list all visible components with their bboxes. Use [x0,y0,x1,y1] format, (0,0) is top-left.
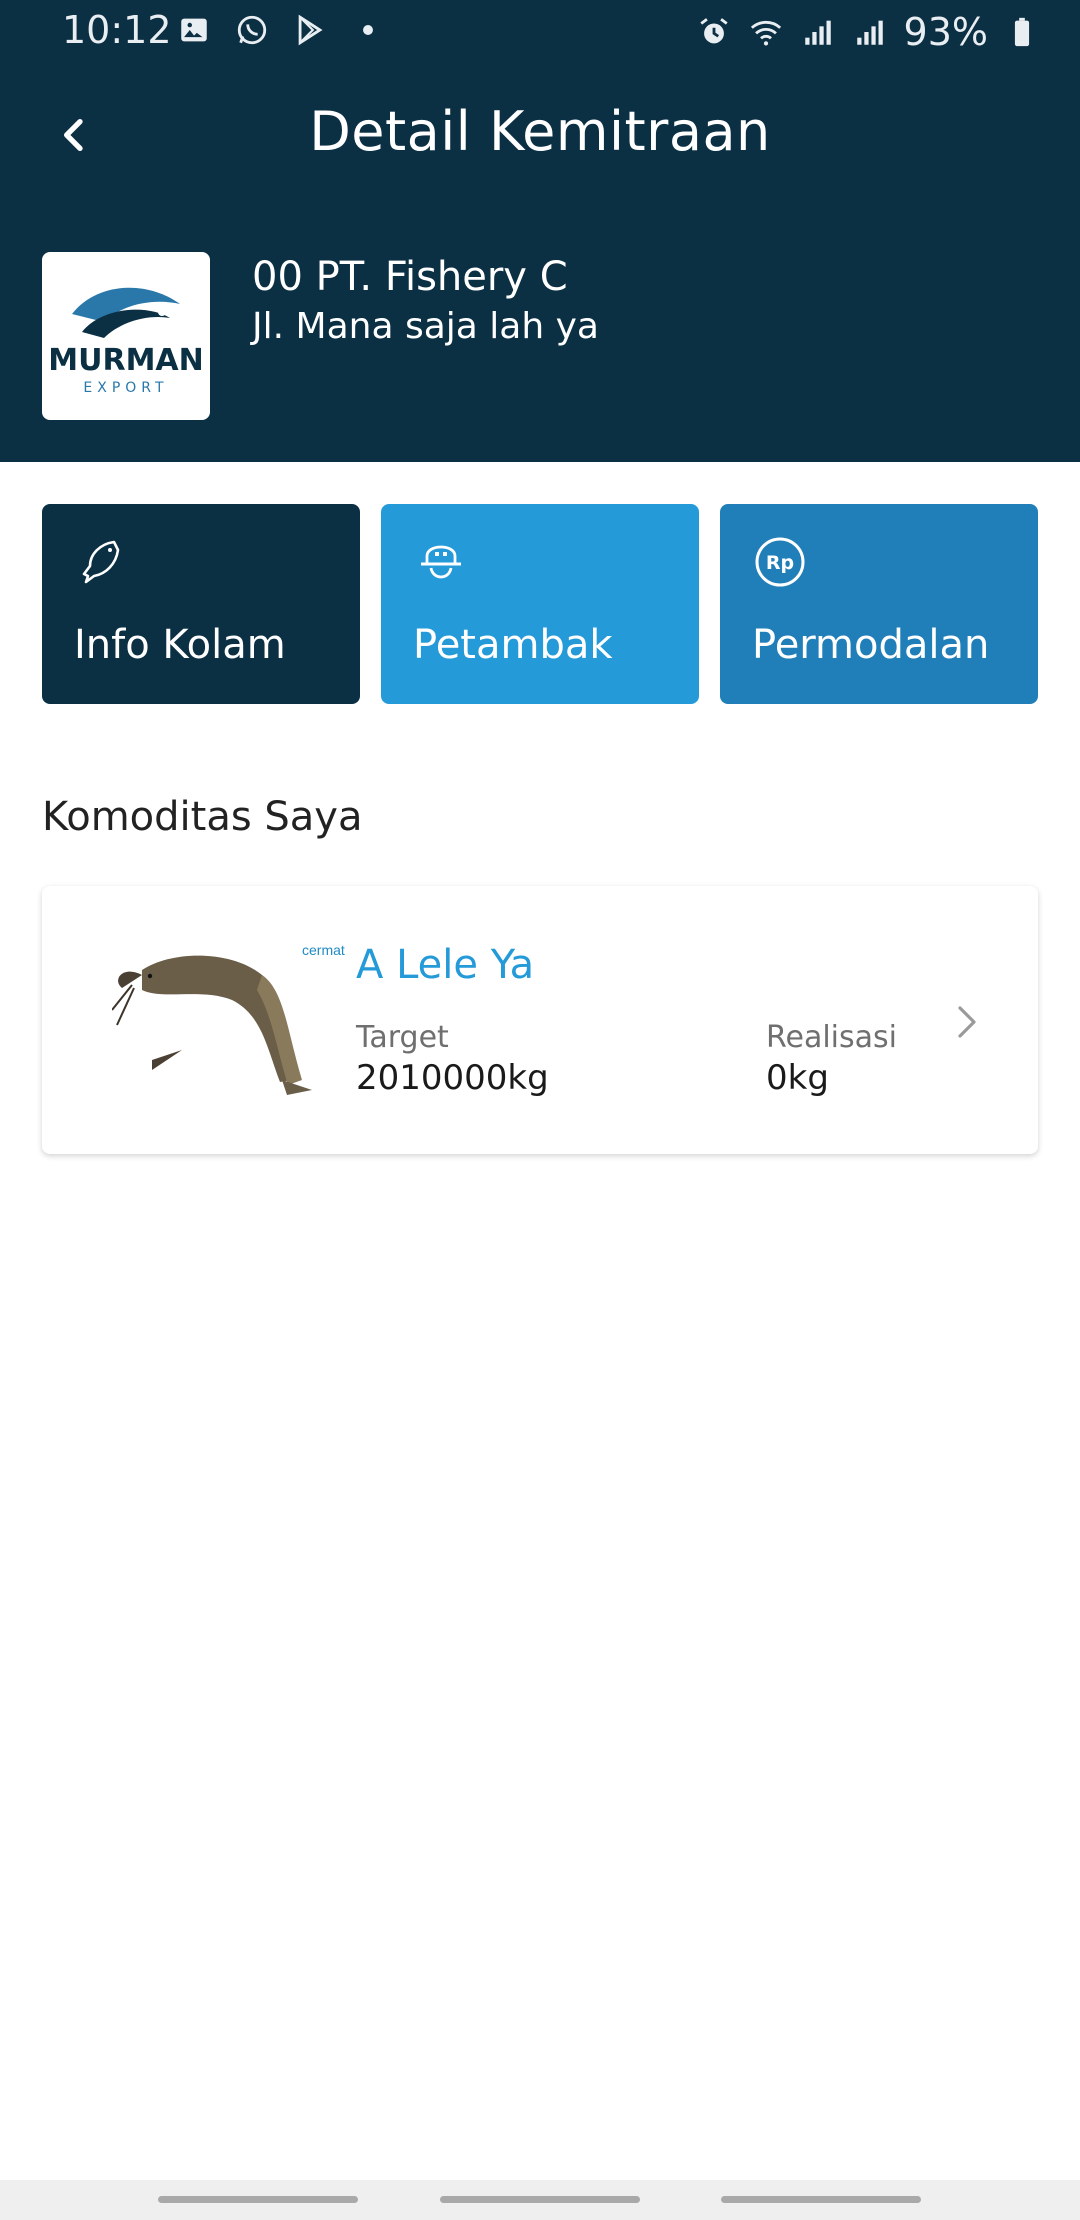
logo-wordmark: MURMAN [48,343,204,378]
app-header: 10:12 93% Detail Kemitraan MURMAN EXPORT… [0,0,1080,462]
realization-value: 0kg [766,1058,829,1098]
battery-icon [1004,14,1040,50]
whatsapp-icon [234,12,270,48]
target-value: 2010000kg [356,1058,549,1098]
play-store-icon [292,12,328,48]
section-title: Komoditas Saya [42,794,363,840]
company-name: 00 PT. Fishery C [252,254,568,300]
tile-label: Permodalan [752,622,990,668]
realization-label: Realisasi [766,1020,897,1055]
fish-icon [82,540,120,584]
rupiah-icon: Rp [755,537,805,587]
nav-home-handle[interactable] [440,2196,640,2203]
signal-icon [852,14,888,50]
chevron-right-icon [958,1006,976,1038]
image-icon [176,12,212,48]
logo-subtext: EXPORT [83,380,168,396]
target-label: Target [356,1020,449,1055]
dot-icon [350,12,386,48]
nav-back-handle[interactable] [721,2196,921,2203]
signal-icon [800,14,836,50]
commodity-name: A Lele Ya [356,942,535,988]
tile-label: Info Kolam [74,622,286,668]
svg-text:Rp: Rp [766,552,794,574]
alarm-icon [696,14,732,50]
commodity-card[interactable]: cermat A Lele Ya Target 2010000kg Realis… [42,886,1038,1154]
company-logo: MURMAN EXPORT [42,252,210,420]
status-bar: 10:12 93% [0,0,1080,64]
status-time: 10:12 [62,8,172,52]
wifi-icon [748,14,784,50]
battery-percent: 93% [903,10,988,54]
image-brand-label: cermat [302,942,345,958]
farmer-hat-icon [421,545,461,579]
tile-info-kolam[interactable]: Info Kolam [42,504,360,704]
system-navigation-bar [0,2180,1080,2220]
commodity-image: cermat [111,930,362,1120]
company-address: Jl. Mana saja lah ya [252,306,599,347]
page-title: Detail Kemitraan [309,100,771,163]
menu-tiles: Info Kolam Petambak Rp Permodalan [42,504,1038,704]
tile-petambak[interactable]: Petambak [381,504,699,704]
tile-label: Petambak [413,622,613,668]
nav-recents-handle[interactable] [158,2196,358,2203]
tile-permodalan[interactable]: Rp Permodalan [720,504,1038,704]
